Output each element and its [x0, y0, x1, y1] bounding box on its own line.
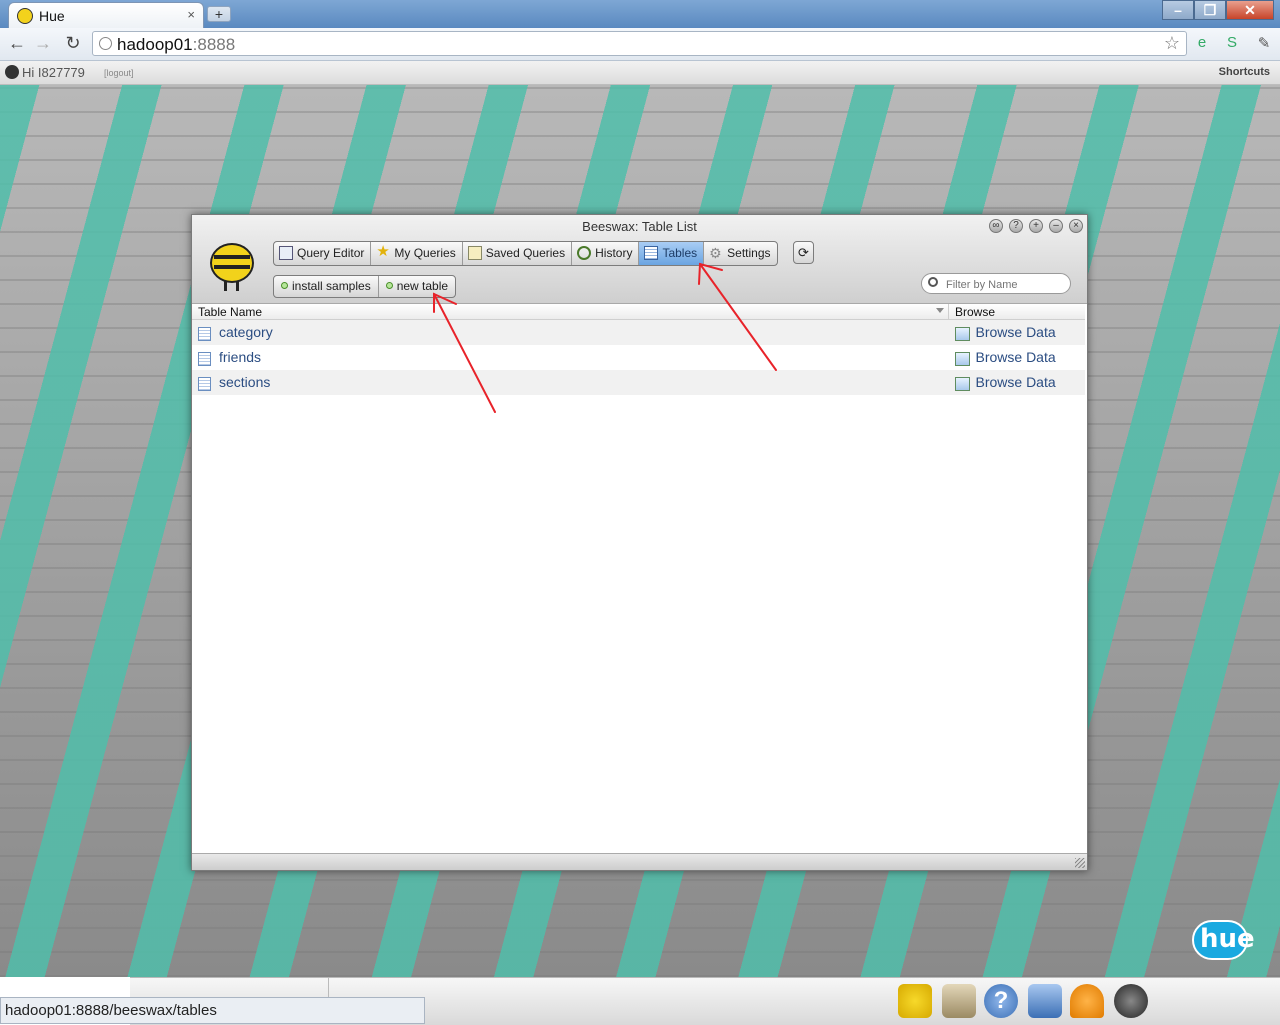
- hard-hat-dock-icon[interactable]: [1070, 984, 1104, 1018]
- help-dock-icon[interactable]: ?: [984, 984, 1018, 1018]
- file-browser-dock-icon[interactable]: [942, 984, 976, 1018]
- annotation-arrow-new-table: [433, 293, 496, 413]
- user-admin-dock-icon[interactable]: [1114, 984, 1148, 1018]
- annotation-arrows: [433, 262, 777, 413]
- annotation-arrow-tables: [699, 263, 777, 371]
- status-bar: hadoop01:8888/beeswax/tables: [0, 997, 425, 1024]
- job-designer-dock-icon[interactable]: [1028, 984, 1062, 1018]
- beeswax-dock-icon[interactable]: [898, 984, 932, 1018]
